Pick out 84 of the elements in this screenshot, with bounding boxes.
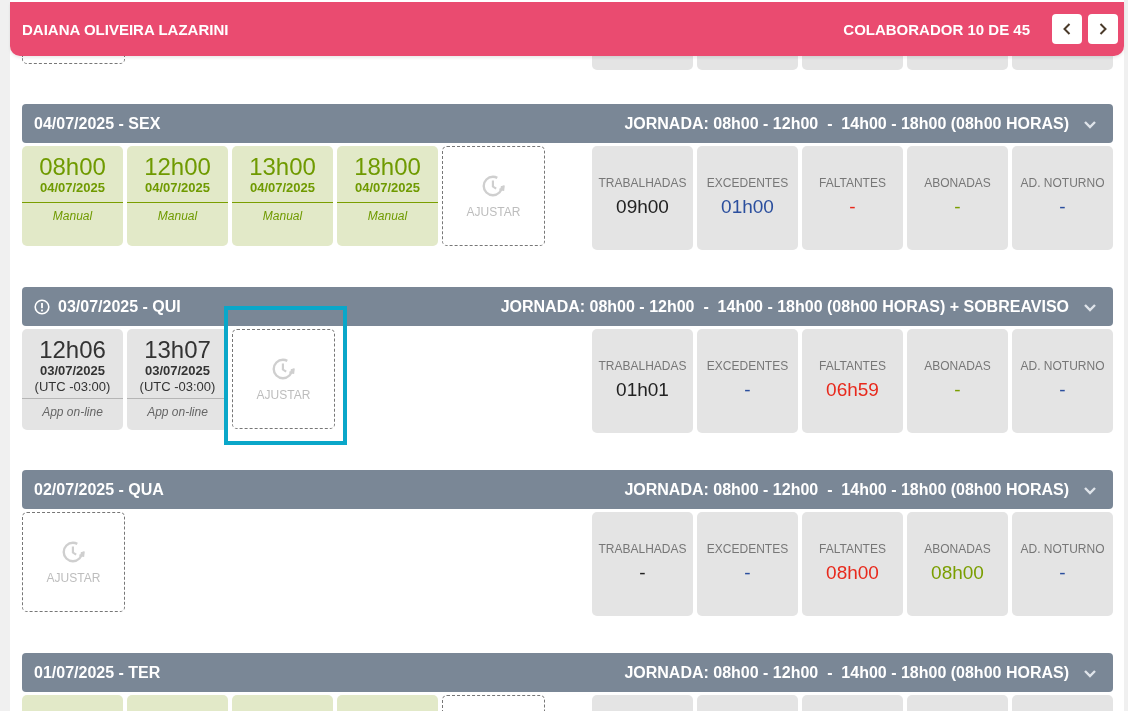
punch-card[interactable]: 12h06 03/07/2025 (UTC -03:00) App on-line <box>22 329 123 430</box>
schedule-text: JORNADA: 08h00 - 12h00 - 14h00 - 18h00 (08h00 HORAS) <box>624 480 1069 499</box>
punch-source: App on-line <box>42 405 103 419</box>
chevron-left-icon <box>1062 22 1072 36</box>
punch-source: Manual <box>367 209 408 223</box>
punch-date: 04/07/2025 <box>144 180 211 196</box>
stat-label: AD. NOTURNO <box>1020 176 1105 190</box>
punch-date: 03/07/2025 <box>39 363 106 379</box>
clock-icon <box>480 173 507 199</box>
stat-value: - <box>1059 379 1066 401</box>
schedule-text: JORNADA: 08h00 - 12h00 - 14h00 - 18h00 (08h00 HORAS) <box>624 114 1069 133</box>
punch-card[interactable]: 12h00 04/07/2025 Manual <box>127 146 228 246</box>
punch-card[interactable]: 18h00 04/07/2025 Manual <box>337 146 438 246</box>
stat-label: EXCEDENTES <box>706 542 789 556</box>
stat-value: 09h00 <box>616 196 669 218</box>
adjust-button[interactable]: AJUSTAR <box>442 146 545 246</box>
stat-value: 06h59 <box>826 379 879 401</box>
punch-time: 12h00 <box>144 154 211 180</box>
employee-counter: COLABORADOR 10 DE 45 <box>843 20 1030 38</box>
punch-time: 12h06 <box>39 337 106 363</box>
stat-label: AD. NOTURNO <box>1020 542 1105 556</box>
stat-label: TRABALHADAS <box>598 542 687 556</box>
chevron-down-icon <box>1083 484 1097 495</box>
schedule-text: JORNADA: 08h00 - 12h00 - 14h00 - 18h00 (08h00 HORAS) <box>624 663 1069 682</box>
stat-label: ABONADAS <box>924 542 991 556</box>
stat-value: 08h00 <box>931 562 984 584</box>
stat-value: 01h00 <box>721 196 774 218</box>
stat-value: - <box>1059 196 1066 218</box>
chevron-down-icon <box>1083 667 1097 678</box>
day-header-bar[interactable]: 04/07/2025 - SEX JORNADA: 08h00 - 12h00 - 14h00 - 18h00 (08h00 HORAS) <box>22 104 1113 143</box>
stat-label: EXCEDENTES <box>706 359 789 373</box>
stat-value: - <box>744 379 751 401</box>
stat-value: - <box>954 196 961 218</box>
punch-date: 04/07/2025 <box>249 180 316 196</box>
schedule-text: JORNADA: 08h00 - 12h00 - 14h00 - 18h00 (08h00 HORAS) + SOBREAVISO <box>500 297 1069 316</box>
punch-card[interactable]: 13h00 04/07/2025 Manual <box>232 146 333 246</box>
day-header-bar[interactable]: 03/07/2025 - QUI JORNADA: 08h00 - 12h00 - 14h00 - 18h00 (08h00 HORAS) + SOBREAVISO <box>22 287 1113 326</box>
stat-value: 08h00 <box>826 562 879 584</box>
adjust-button[interactable]: AJUSTAR <box>22 512 125 612</box>
day-date: 03/07/2025 - QUI <box>58 297 181 316</box>
stat-value: - <box>954 379 961 401</box>
stat-label: TRABALHADAS <box>598 176 687 190</box>
punch-time: 13h00 <box>249 154 316 180</box>
day-header-bar[interactable]: 01/07/2025 - TER JORNADA: 08h00 - 12h00 - 14h00 - 18h00 (08h00 HORAS) <box>22 653 1113 692</box>
day-date: 02/07/2025 - QUA <box>34 480 164 499</box>
stat-value: - <box>1059 562 1066 584</box>
previous-button[interactable] <box>1052 14 1082 44</box>
punch-date: 04/07/2025 <box>354 180 421 196</box>
day-header-bar[interactable]: 02/07/2025 - QUA JORNADA: 08h00 - 12h00 - 14h00 - 18h00 (08h00 HORAS) <box>22 470 1113 509</box>
punch-date: 03/07/2025 <box>144 363 211 379</box>
next-button[interactable] <box>1088 14 1118 44</box>
punch-source: Manual <box>52 209 93 223</box>
stat-label: FALTANTES <box>819 359 886 373</box>
stat-value: 01h01 <box>616 379 669 401</box>
chevron-down-icon <box>1083 118 1097 129</box>
day-date: 04/07/2025 - SEX <box>34 114 161 133</box>
punch-time: 08h00 <box>39 154 106 180</box>
punch-time: 18h00 <box>354 154 421 180</box>
stat-label: ABONADAS <box>924 359 991 373</box>
stat-label: AD. NOTURNO <box>1020 359 1105 373</box>
punch-date: 04/07/2025 <box>39 180 106 196</box>
stat-value: - <box>639 562 646 584</box>
punch-time: 13h07 <box>144 337 211 363</box>
day-date: 01/07/2025 - TER <box>34 663 161 682</box>
clock-icon <box>60 539 87 565</box>
adjust-button[interactable] <box>22 56 125 64</box>
stat-label: TRABALHADAS <box>598 359 687 373</box>
punch-timezone: (UTC -03:00) <box>34 379 111 395</box>
chevron-right-icon <box>1098 22 1108 36</box>
stat-label: ABONADAS <box>924 176 991 190</box>
stat-value: - <box>744 562 751 584</box>
stat-value: - <box>849 196 856 218</box>
punch-timezone: (UTC -03:00) <box>139 379 216 395</box>
stat-label: FALTANTES <box>819 176 886 190</box>
stat-label: FALTANTES <box>819 542 886 556</box>
punch-source: Manual <box>157 209 198 223</box>
clock-icon <box>270 356 297 382</box>
adjust-button[interactable]: AJUSTAR <box>232 329 335 429</box>
punch-card[interactable]: 08h00 04/07/2025 Manual <box>22 146 123 246</box>
stat-label: EXCEDENTES <box>706 176 789 190</box>
chevron-down-icon <box>1083 301 1097 312</box>
punch-source: App on-line <box>147 405 208 419</box>
punch-source: Manual <box>262 209 303 223</box>
employee-name: DAIANA OLIVEIRA LAZARINI <box>22 20 229 38</box>
